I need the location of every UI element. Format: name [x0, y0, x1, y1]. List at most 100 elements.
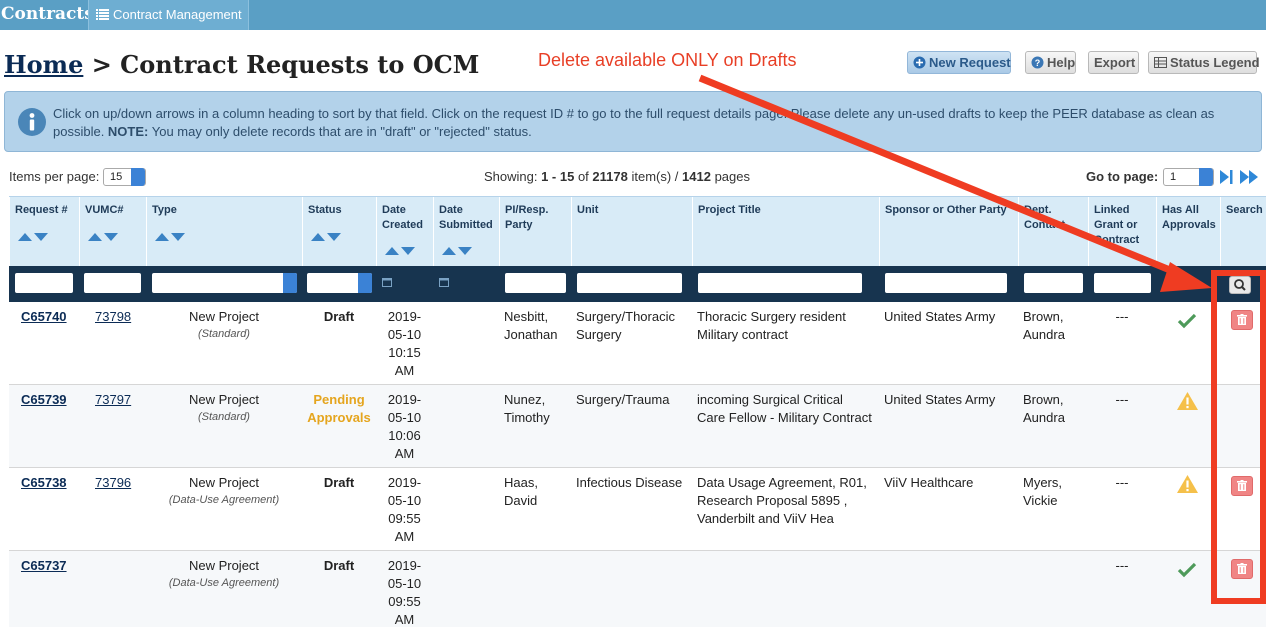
filter-linked-input[interactable]: [1094, 273, 1151, 293]
date-created: 2019- 05-10 09:55 AM: [376, 557, 433, 627]
warning-icon: [1177, 392, 1198, 410]
check-icon: [1177, 562, 1197, 578]
filter-unit-input[interactable]: [577, 273, 682, 293]
title-line: Thoracic Surgery resident: [697, 309, 846, 324]
calendar-icon[interactable]: [439, 277, 449, 287]
sponsor-text: ViiV Healthcare: [884, 475, 974, 490]
date-created: 2019- 05-10 09:55 AM: [376, 474, 433, 546]
export-label: Export: [1094, 55, 1136, 70]
date-part: 10:15: [388, 345, 421, 360]
unit-line: Surgery/Thoracic: [576, 309, 675, 324]
nav-contract-management[interactable]: Contract Management: [88, 0, 249, 30]
col-vumc[interactable]: VUMC#: [79, 197, 146, 267]
col-linked[interactable]: Linked Grant or Contract: [1088, 197, 1156, 267]
filter-type-select[interactable]: [152, 273, 297, 293]
home-link[interactable]: Home: [4, 50, 83, 79]
col-type[interactable]: Type: [146, 197, 302, 267]
request-id-link[interactable]: C65740: [21, 309, 67, 324]
col-pi[interactable]: PI/Resp. Party: [499, 197, 571, 267]
last-page-icon[interactable]: [1240, 170, 1258, 184]
select-caret-icon: [131, 168, 145, 186]
unit-text: Surgery/Thoracic Surgery: [576, 308, 675, 344]
calendar-icon[interactable]: [382, 277, 392, 287]
showing-summary: Showing: 1 - 15 of 21178 item(s) / 1412 …: [484, 169, 750, 184]
project-title-text: incoming Surgical Critical Care Fellow - …: [697, 391, 872, 427]
col-vumc-label: VUMC#: [85, 204, 124, 216]
goto-page-value: 1: [1170, 171, 1177, 183]
col-sponsor[interactable]: Sponsor or Other Party: [879, 197, 1018, 267]
status-line: Pending: [313, 392, 365, 407]
vumc-link[interactable]: 73798: [95, 309, 131, 324]
filter-pi-input[interactable]: [505, 273, 566, 293]
new-request-label: New Request: [929, 55, 1011, 70]
col-dept-contact[interactable]: Dept. Contact: [1018, 197, 1088, 267]
col-status-label: Status: [308, 204, 342, 216]
filter-project-input[interactable]: [698, 273, 862, 293]
date-part: AM: [394, 446, 415, 461]
unit-line: Surgery: [576, 327, 622, 342]
sort-arrows-icon[interactable]: [18, 232, 48, 242]
status-legend-button[interactable]: Status Legend: [1148, 51, 1260, 74]
annotation-text: Delete available ONLY on Drafts: [538, 50, 797, 70]
items-per-page-label: Items per page:: [9, 169, 100, 184]
export-button[interactable]: Export: [1088, 51, 1139, 74]
request-id-link[interactable]: C65738: [21, 475, 67, 490]
date-part: 05-10: [387, 576, 422, 591]
vumc-link[interactable]: 73796: [95, 475, 131, 490]
col-status[interactable]: Status: [302, 197, 376, 267]
col-search-label: Search: [1226, 204, 1263, 216]
filter-request-input[interactable]: [15, 273, 73, 293]
items-per-page-select[interactable]: 15: [103, 168, 146, 186]
annotation-highlight-box: [1211, 270, 1266, 604]
filter-sponsor-input[interactable]: [885, 273, 1007, 293]
date-created: 2019- 05-10 10:15 AM: [376, 308, 433, 380]
help-button[interactable]: ? Help: [1025, 51, 1076, 74]
col-date-submitted[interactable]: Date Submitted: [433, 197, 499, 267]
col-project-title[interactable]: Project Title: [692, 197, 879, 267]
date-part: 09:55: [388, 511, 421, 526]
goto-page-select[interactable]: 1: [1163, 168, 1214, 186]
request-id-link[interactable]: C65739: [21, 392, 67, 407]
sort-arrows-icon[interactable]: [442, 246, 472, 256]
total-items: 21178: [592, 169, 628, 184]
app-brand[interactable]: Contracts: [0, 0, 94, 30]
sponsor-text: United States Army: [884, 309, 996, 324]
sort-arrows-icon[interactable]: [311, 232, 341, 242]
request-id-link[interactable]: C65737: [21, 558, 67, 573]
date-part: 09:55: [388, 594, 421, 609]
title-line: Research Proposal 5895 ,: [697, 493, 848, 508]
total-pages: 1412: [682, 169, 711, 184]
filter-status-select[interactable]: [307, 273, 372, 293]
col-unit[interactable]: Unit: [571, 197, 692, 267]
title-line: Care Fellow - Military Contract: [697, 410, 872, 425]
sort-arrows-icon[interactable]: [155, 232, 185, 242]
pi-text: Nesbitt, Jonathan: [504, 308, 558, 344]
pager-nav: [1220, 170, 1258, 184]
sort-arrows-icon[interactable]: [88, 232, 118, 242]
col-request[interactable]: Request #: [9, 197, 79, 267]
col-has-approvals[interactable]: Has All Approvals: [1156, 197, 1220, 267]
unit-line: Surgery/Trauma: [576, 392, 670, 407]
dept-line: Aundra: [1023, 327, 1065, 342]
sort-arrows-icon[interactable]: [385, 246, 415, 256]
col-pi-label: PI/Resp. Party: [505, 204, 549, 231]
type-text: New Project: [188, 392, 260, 407]
table-icon: [1154, 57, 1167, 68]
list-icon: [96, 9, 109, 20]
new-request-button[interactable]: New Request: [907, 51, 1011, 74]
status-text: Draft: [323, 309, 355, 324]
status-line: Approvals: [307, 410, 371, 425]
vumc-link[interactable]: 73797: [95, 392, 131, 407]
status-legend-label: Status Legend: [1170, 55, 1260, 70]
date-part: AM: [394, 529, 415, 544]
col-date-created[interactable]: Date Created: [376, 197, 433, 267]
date-part: 05-10: [387, 493, 422, 508]
subtype-text: (Data-Use Agreement): [168, 577, 280, 589]
col-type-label: Type: [152, 204, 177, 216]
col-project-title-label: Project Title: [698, 204, 761, 216]
next-page-icon[interactable]: [1220, 170, 1233, 184]
filter-vumc-input[interactable]: [84, 273, 141, 293]
pi-text: Nunez, Timothy: [504, 391, 550, 427]
filter-dept-input[interactable]: [1024, 273, 1083, 293]
linked-text: ---: [1115, 558, 1129, 573]
